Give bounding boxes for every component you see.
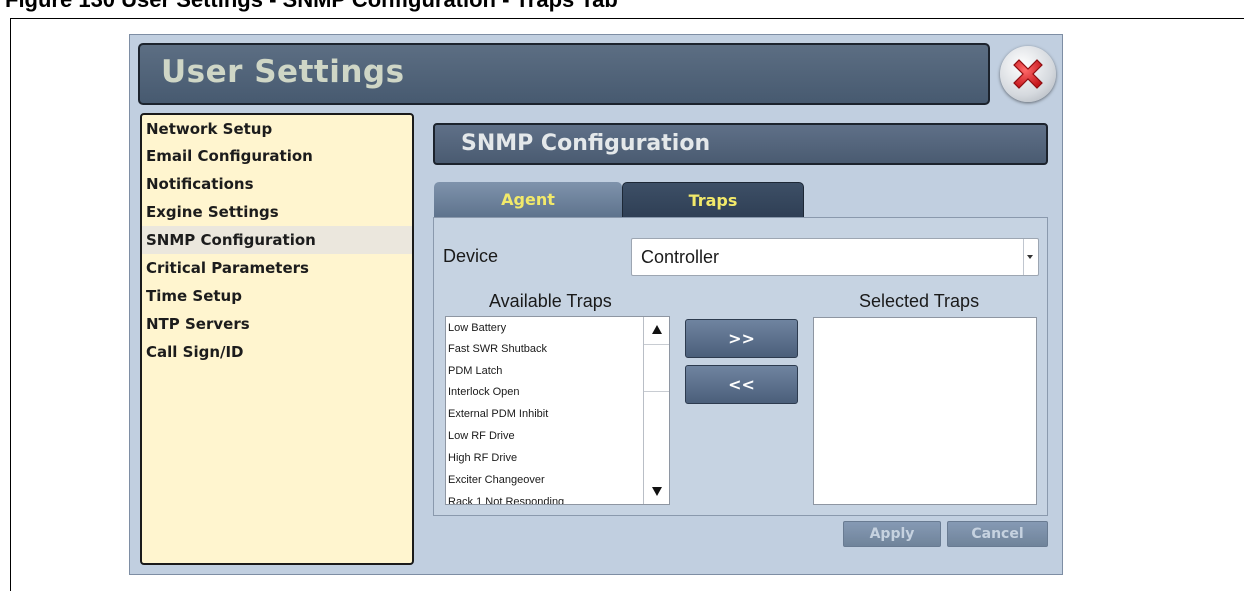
remove-trap-button[interactable]: << bbox=[685, 365, 798, 404]
settings-sidebar: Network Setup Email Configuration Notifi… bbox=[140, 113, 414, 565]
user-settings-window: User Settings Network Setup Email Config… bbox=[129, 34, 1063, 575]
available-traps-label: Available Traps bbox=[489, 291, 612, 311]
list-item[interactable]: Interlock Open bbox=[448, 381, 520, 403]
page-border-left bbox=[10, 18, 11, 591]
document-caption-strip: Figure 130 User Settings - SNMP Configur… bbox=[0, 0, 1244, 14]
selected-traps-list[interactable] bbox=[813, 317, 1037, 505]
list-item[interactable]: High RF Drive bbox=[448, 447, 517, 469]
list-scrollbar[interactable] bbox=[643, 317, 669, 504]
list-item[interactable]: Fast SWR Shutback bbox=[448, 338, 547, 360]
title-bar: User Settings bbox=[138, 43, 990, 105]
sidebar-item-critical-parameters[interactable]: Critical Parameters bbox=[142, 254, 412, 282]
sidebar-item-call-sign-id[interactable]: Call Sign/ID bbox=[142, 338, 412, 366]
list-item[interactable]: PDM Latch bbox=[448, 360, 502, 382]
sidebar-item-time-setup[interactable]: Time Setup bbox=[142, 282, 412, 310]
window-title: User Settings bbox=[161, 54, 405, 90]
sidebar-item-exgine-settings[interactable]: Exgine Settings bbox=[142, 198, 412, 226]
close-button[interactable] bbox=[1000, 46, 1056, 102]
tab-traps[interactable]: Traps bbox=[622, 182, 804, 218]
scroll-down-arrow-icon[interactable] bbox=[644, 480, 669, 504]
device-label: Device bbox=[443, 246, 499, 266]
sidebar-item-snmp-configuration[interactable]: SNMP Configuration bbox=[142, 226, 412, 254]
add-trap-button[interactable]: >> bbox=[685, 319, 798, 358]
sidebar-item-email-configuration[interactable]: Email Configuration bbox=[142, 142, 412, 170]
close-icon bbox=[1013, 59, 1043, 89]
page-border-top bbox=[10, 18, 1244, 19]
scroll-thumb[interactable] bbox=[644, 344, 669, 392]
section-header: SNMP Configuration bbox=[433, 123, 1048, 165]
list-item[interactable]: Low RF Drive bbox=[448, 425, 515, 447]
list-item[interactable]: External PDM Inhibit bbox=[448, 403, 548, 425]
section-title: SNMP Configuration bbox=[461, 131, 711, 156]
cancel-button[interactable]: Cancel bbox=[947, 521, 1048, 547]
list-item[interactable]: Low Battery bbox=[448, 317, 506, 339]
tab-agent[interactable]: Agent bbox=[434, 182, 622, 218]
available-traps-list[interactable]: Low Battery Fast SWR Shutback PDM Latch … bbox=[445, 316, 670, 505]
selected-traps-label: Selected Traps bbox=[859, 291, 980, 311]
figure-caption: Figure 130 User Settings - SNMP Configur… bbox=[5, 0, 618, 13]
device-dropdown[interactable]: Controller bbox=[631, 238, 1039, 276]
sidebar-item-network-setup[interactable]: Network Setup bbox=[142, 115, 412, 143]
apply-button[interactable]: Apply bbox=[843, 521, 941, 547]
sidebar-item-ntp-servers[interactable]: NTP Servers bbox=[142, 310, 412, 338]
device-selected-value: Controller bbox=[641, 247, 720, 267]
dropdown-arrow-icon[interactable] bbox=[1023, 239, 1038, 275]
scroll-up-arrow-icon[interactable] bbox=[644, 317, 669, 341]
list-item[interactable]: Rack 1 Not Responding bbox=[448, 491, 564, 504]
sidebar-item-notifications[interactable]: Notifications bbox=[142, 170, 412, 198]
list-item[interactable]: Exciter Changeover bbox=[448, 469, 545, 491]
